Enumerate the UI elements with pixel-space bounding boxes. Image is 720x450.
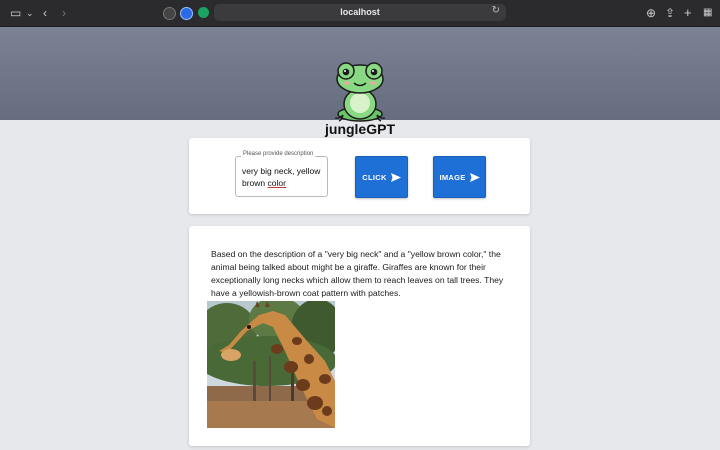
forward-icon[interactable]: › bbox=[62, 6, 66, 20]
description-field-label: Please provide description bbox=[241, 151, 316, 157]
url-text: localhost bbox=[340, 7, 380, 17]
app-title: jungleGPT bbox=[325, 121, 395, 137]
chevron-down-icon[interactable]: ⌄ bbox=[26, 6, 34, 20]
send-icon bbox=[469, 172, 480, 182]
value-line-1: very big neck, yellow bbox=[242, 166, 321, 176]
giraffe-image bbox=[207, 301, 335, 428]
share-icon[interactable]: ⇪ bbox=[665, 6, 675, 20]
address-bar[interactable]: localhost ↻ bbox=[214, 4, 506, 21]
description-field-value[interactable]: very big neck, yellow brown color bbox=[242, 165, 323, 189]
grammarly-icon[interactable] bbox=[198, 7, 209, 18]
privacy-icon[interactable] bbox=[163, 7, 176, 20]
back-icon[interactable]: ‹ bbox=[43, 6, 47, 20]
result-text: Based on the description of a "very big … bbox=[211, 249, 504, 298]
browser-toolbar: ▭ ⌄ ‹ › localhost ↻ ⊕ ⇪ + ▦ bbox=[0, 0, 720, 27]
image-button[interactable]: IMAGE bbox=[433, 156, 486, 198]
result-card: Based on the description of a "very big … bbox=[189, 226, 530, 446]
send-icon bbox=[390, 172, 401, 182]
reload-icon[interactable]: ↻ bbox=[492, 5, 500, 16]
extension-icon[interactable] bbox=[180, 7, 193, 20]
new-tab-icon[interactable]: + bbox=[684, 6, 692, 20]
description-field[interactable]: Please provide description very big neck… bbox=[235, 151, 328, 197]
value-line-2b: color bbox=[267, 178, 286, 188]
frog-logo-icon bbox=[334, 62, 386, 122]
image-button-label: IMAGE bbox=[439, 172, 466, 182]
click-button-label: CLICK bbox=[362, 172, 387, 182]
tab-overview-icon[interactable]: ▦ bbox=[703, 6, 712, 20]
value-line-2a: brown bbox=[242, 178, 268, 188]
query-card: Please provide description very big neck… bbox=[189, 138, 530, 214]
app-header: jungleGPT bbox=[0, 27, 720, 137]
download-icon[interactable]: ⊕ bbox=[646, 6, 656, 20]
sidebar-toggle-icon[interactable]: ▭ bbox=[10, 6, 21, 20]
click-button[interactable]: CLICK bbox=[355, 156, 408, 198]
